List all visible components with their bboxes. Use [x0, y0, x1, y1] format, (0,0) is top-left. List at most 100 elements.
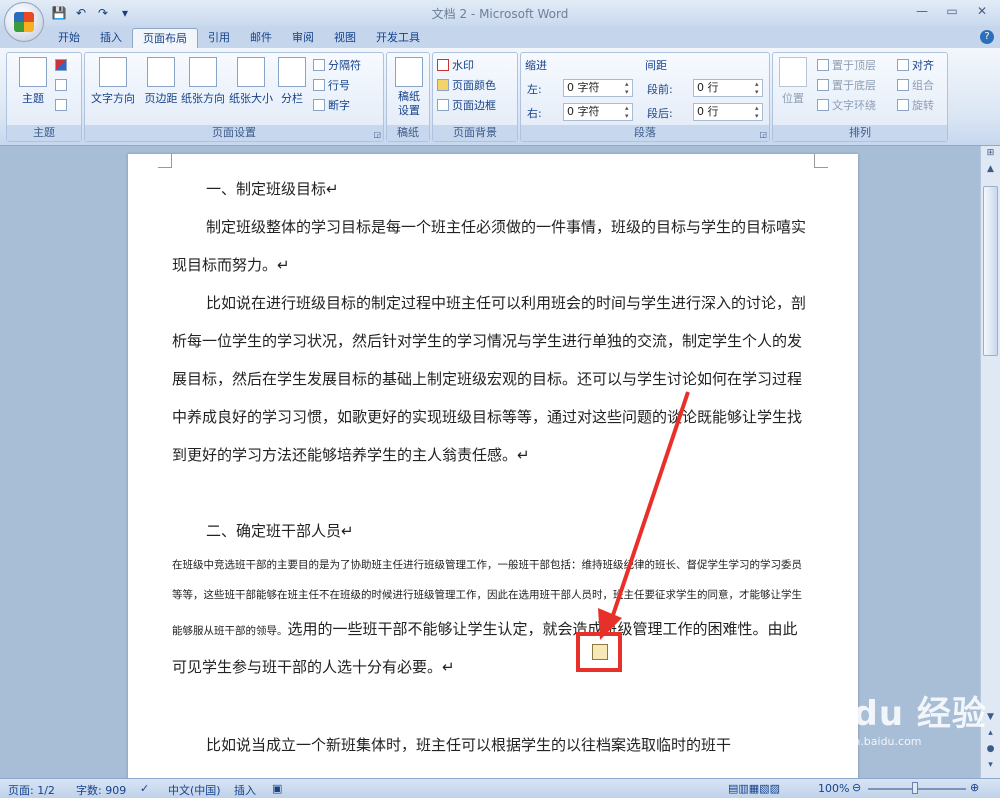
- group-objects-button[interactable]: 组合: [897, 77, 934, 95]
- group-paragraph: 缩进 左: 0 字符 右: 0 字符 间距 段前: 0 行 段后: 0 行 段落…: [520, 52, 770, 142]
- spacing-after-label: 段后:: [647, 107, 673, 120]
- scrollbar-thumb[interactable]: [983, 186, 998, 356]
- view-buttons[interactable]: ▤▥▦▧▨: [728, 782, 780, 795]
- paragraph-4: 比如说当成立一个新班集体时，班主任可以根据学生的以往档案选取临时的班干: [206, 736, 732, 754]
- tab-review[interactable]: 审阅: [282, 28, 324, 48]
- theme-effects-icon: [55, 99, 67, 111]
- position-button[interactable]: 位置: [773, 57, 813, 106]
- breaks-button[interactable]: 分隔符: [313, 57, 361, 75]
- group-arrange: 位置 置于顶层 置于底层 文字环绕 对齐 组合 旋转 排列: [772, 52, 948, 142]
- page-color-button[interactable]: 页面颜色: [437, 77, 496, 95]
- zoom-slider-thumb[interactable]: [912, 782, 918, 794]
- tab-references[interactable]: 引用: [198, 28, 240, 48]
- language[interactable]: 中文(中国): [168, 782, 221, 798]
- spacing-after-input[interactable]: 0 行: [693, 103, 763, 121]
- document-page[interactable]: 一、制定班级目标↵ 制定班级整体的学习目标是每一个班主任必须做的一件事情，班级的…: [128, 154, 858, 778]
- indent-right-label: 右:: [527, 107, 542, 120]
- ribbon: 主题 主题 文字方向 页边距 纸张方向 纸张大小 分栏 分隔符 行号 断字 页面…: [0, 48, 1000, 146]
- paste-options-icon[interactable]: [592, 644, 608, 660]
- margin-corner-mark: [158, 154, 172, 168]
- dialog-launcher-icon[interactable]: ◲: [759, 130, 767, 139]
- theme-fonts-icon: [55, 79, 67, 91]
- indent-label: 缩进: [525, 59, 547, 72]
- status-bar: 页面: 1/2 字数: 909 ✓ 中文(中国) 插入 ▣ ▤▥▦▧▨ 100%…: [0, 778, 1000, 798]
- orientation-icon: [189, 57, 217, 87]
- ruler-toggle-icon[interactable]: ⊞: [983, 148, 998, 162]
- paper-size-icon: [237, 57, 265, 87]
- watermark-url: jingyan.baidu.com: [820, 735, 922, 748]
- text-wrap-button[interactable]: 文字环绕: [817, 97, 876, 115]
- page-count[interactable]: 页面: 1/2: [8, 782, 55, 798]
- rotate-button[interactable]: 旋转: [897, 97, 934, 115]
- title-bar: 💾 ↶ ↷ ▾ 文档 2 - Microsoft Word — ▭ ✕: [0, 0, 1000, 42]
- watermark-button[interactable]: 水印: [437, 57, 474, 75]
- page-border-icon: [437, 99, 449, 111]
- breaks-icon: [313, 59, 325, 71]
- ribbon-tabs-row: 开始 插入 页面布局 引用 邮件 审阅 视图 开发工具 ?: [0, 26, 1000, 48]
- tab-page-layout[interactable]: 页面布局: [132, 28, 198, 48]
- margins-icon: [147, 57, 175, 87]
- close-icon[interactable]: ✕: [968, 2, 996, 20]
- themes-button[interactable]: 主题: [9, 57, 57, 106]
- spacing-before-label: 段前:: [647, 83, 673, 96]
- maximize-icon[interactable]: ▭: [938, 2, 966, 20]
- zoom-out-icon[interactable]: ⊖: [852, 781, 861, 794]
- macro-record-icon[interactable]: ▣: [272, 782, 282, 795]
- send-to-back-button[interactable]: 置于底层: [817, 77, 876, 95]
- group-label-themes: 主题: [7, 125, 81, 141]
- tab-home[interactable]: 开始: [48, 28, 90, 48]
- document-area: 一、制定班级目标↵ 制定班级整体的学习目标是每一个班主任必须做的一件事情，班级的…: [0, 146, 980, 778]
- theme-fonts-button[interactable]: [55, 77, 70, 95]
- tab-view[interactable]: 视图: [324, 28, 366, 48]
- zoom-level[interactable]: 100%: [818, 782, 849, 795]
- zoom-in-icon[interactable]: ⊕: [970, 781, 979, 794]
- watermark-brand: Baidu 经验: [790, 694, 987, 734]
- theme-effects-button[interactable]: [55, 97, 70, 115]
- scroll-up-icon[interactable]: ▲: [983, 164, 998, 178]
- align-button[interactable]: 对齐: [897, 57, 934, 75]
- group-label-arrange: 排列: [773, 125, 947, 141]
- theme-colors-icon: [55, 59, 67, 71]
- group-manuscript: 稿纸设置 稿纸: [386, 52, 430, 142]
- word-count[interactable]: 字数: 909: [76, 782, 126, 798]
- hyphenation-button[interactable]: 断字: [313, 97, 350, 115]
- vertical-scrollbar[interactable]: ⊞ ▲ ▼ ▴ ● ▾: [980, 146, 1000, 778]
- tab-developer[interactable]: 开发工具: [366, 28, 430, 48]
- page-border-button[interactable]: 页面边框: [437, 97, 496, 115]
- minimize-icon[interactable]: —: [908, 2, 936, 20]
- bring-to-front-icon: [817, 59, 829, 71]
- dialog-launcher-icon[interactable]: ◲: [373, 130, 381, 139]
- orientation-button[interactable]: 纸张方向: [177, 57, 229, 106]
- manuscript-settings-button[interactable]: 稿纸设置: [385, 57, 433, 118]
- manuscript-icon: [395, 57, 423, 87]
- ribbon-tabs: 开始 插入 页面布局 引用 邮件 审阅 视图 开发工具: [48, 28, 430, 48]
- spacing-label: 间距: [645, 59, 667, 72]
- indent-left-label: 左:: [527, 83, 542, 96]
- group-icon: [897, 79, 909, 91]
- help-icon[interactable]: ?: [980, 30, 994, 44]
- paragraph-3: 在班级中竞选班干部的主要目的是为了协助班主任进行班级管理工作，一般班干部包括：维…: [172, 550, 812, 686]
- spacing-before-input[interactable]: 0 行: [693, 79, 763, 97]
- bring-to-front-button[interactable]: 置于顶层: [817, 57, 876, 75]
- page-color-icon: [437, 79, 449, 91]
- tab-insert[interactable]: 插入: [90, 28, 132, 48]
- line-numbers-button[interactable]: 行号: [313, 77, 350, 95]
- next-page-icon[interactable]: ▾: [983, 760, 998, 774]
- theme-colors-button[interactable]: [55, 57, 70, 75]
- indent-right-input[interactable]: 0 字符: [563, 103, 633, 121]
- watermark-icon: [437, 59, 449, 71]
- paragraph-1: 制定班级整体的学习目标是每一个班主任必须做的一件事情，班级的目标与学生的目标嘻实…: [172, 218, 807, 274]
- paper-size-button[interactable]: 纸张大小: [225, 57, 277, 106]
- group-themes: 主题 主题: [6, 52, 82, 142]
- text-direction-button[interactable]: 文字方向: [87, 57, 139, 106]
- office-button[interactable]: [4, 2, 44, 42]
- position-icon: [779, 57, 807, 87]
- indent-left-input[interactable]: 0 字符: [563, 79, 633, 97]
- spelling-check-icon[interactable]: ✓: [140, 782, 149, 795]
- columns-icon: [278, 57, 306, 87]
- tab-mailings[interactable]: 邮件: [240, 28, 282, 48]
- insert-mode[interactable]: 插入: [234, 782, 256, 798]
- heading-2: 二、确定班干部人员↵: [206, 522, 354, 540]
- hyphenation-icon: [313, 99, 325, 111]
- columns-button[interactable]: 分栏: [273, 57, 311, 106]
